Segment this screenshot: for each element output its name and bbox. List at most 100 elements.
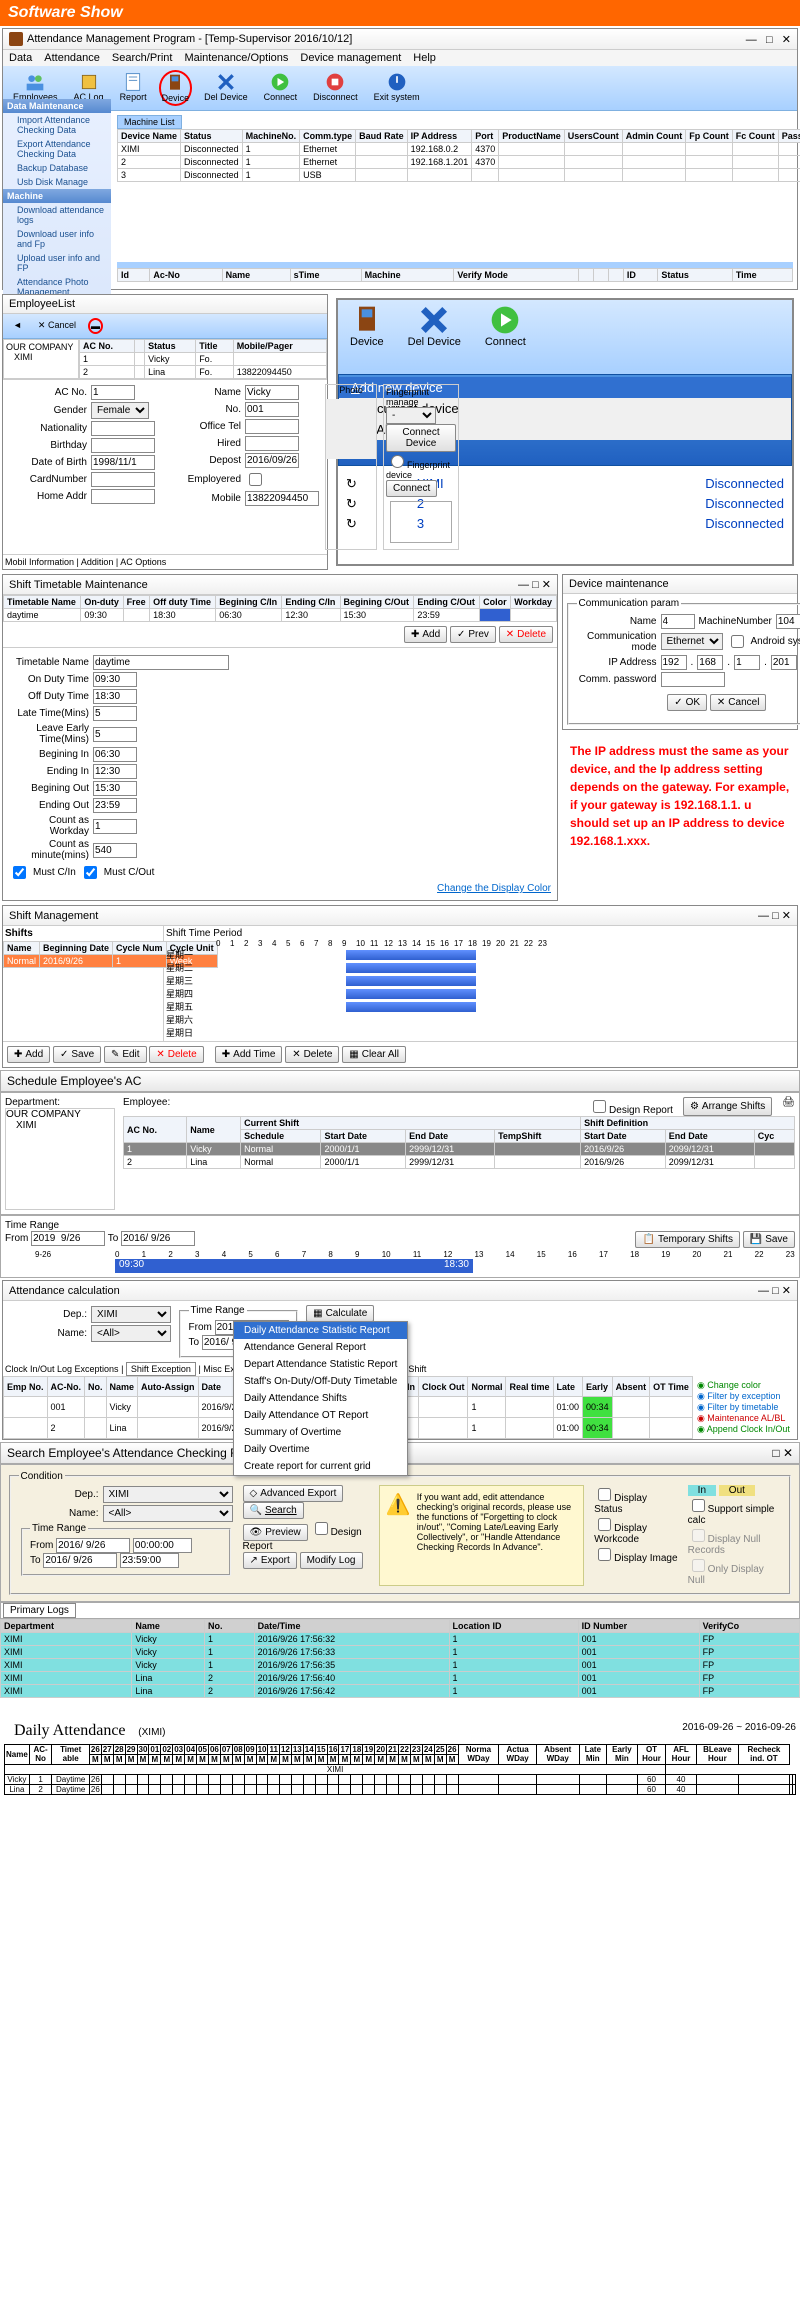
chk-dw[interactable] [598, 1518, 611, 1531]
s-dep[interactable]: XIMI [103, 1486, 233, 1503]
inp-leave[interactable] [93, 727, 137, 742]
side-dl-user[interactable]: Download user info and Fp [3, 227, 111, 251]
tb-exit[interactable]: Exit system [370, 70, 424, 106]
chk-emp[interactable] [249, 473, 262, 486]
btn-connect-device[interactable]: Connect Device [386, 424, 456, 452]
btn-arrange[interactable]: ⚙ Arrange Shifts [683, 1097, 772, 1116]
menu-data[interactable]: Data [9, 52, 32, 64]
inp-eo[interactable] [93, 798, 137, 813]
sm-clear[interactable]: ▦ Clear All [342, 1046, 406, 1063]
calc-name[interactable]: <All> [91, 1325, 171, 1342]
btn-save[interactable]: 💾 Save [743, 1231, 795, 1248]
zoom-deldevice[interactable]: Del Device [396, 300, 473, 374]
tb-connect[interactable]: Connect [260, 70, 302, 106]
ri-dailyot[interactable]: Daily Overtime [234, 1441, 407, 1458]
inp-late[interactable] [93, 706, 137, 721]
inp-bo[interactable] [93, 781, 137, 796]
dm-ip2[interactable] [697, 655, 723, 670]
side-append[interactable]: ◉ Append Clock In/Out [697, 1424, 793, 1435]
inp-bday[interactable] [91, 438, 155, 453]
inp-home[interactable] [91, 489, 155, 504]
tab-se[interactable]: Shift Exception [126, 1362, 196, 1376]
tb-report[interactable]: Report [116, 70, 151, 106]
ri-daily[interactable]: Daily Attendance Statistic Report [234, 1322, 407, 1339]
s-to[interactable] [43, 1553, 117, 1568]
photo-box[interactable] [326, 399, 376, 459]
side-dl-logs[interactable]: Download attendance logs [3, 203, 111, 227]
device-grid[interactable]: Device NameStatusMachineNo.Comm.typeBaud… [117, 129, 800, 182]
emp-tb1[interactable]: ◄ [9, 318, 26, 334]
chk-mcin[interactable] [13, 866, 26, 879]
tb-deldevice[interactable]: Del Device [200, 70, 252, 106]
menu-device[interactable]: Device management [300, 52, 401, 64]
dm-cancel[interactable]: ✕ Cancel [710, 694, 767, 711]
ri-shifts[interactable]: Daily Attendance Shifts [234, 1390, 407, 1407]
side-filter1[interactable]: ◉ Filter by exception [697, 1391, 793, 1402]
dm-mode[interactable]: Ethernet [661, 633, 723, 650]
dm-ip4[interactable] [771, 655, 797, 670]
fp-sel[interactable]: - [386, 407, 436, 424]
sm-save[interactable]: ✓ Save [53, 1046, 101, 1063]
dm-ip1[interactable] [661, 655, 687, 670]
dm-ip3[interactable] [734, 655, 760, 670]
chk-design2[interactable] [315, 1522, 328, 1535]
ri-create[interactable]: Create report for current grid [234, 1458, 407, 1475]
btn-del[interactable]: ✕ Delete [499, 626, 553, 643]
inp-bi[interactable] [93, 747, 137, 762]
inp-depot[interactable] [245, 453, 299, 468]
ri-sumot[interactable]: Summary of Overtime [234, 1424, 407, 1441]
tab-mi[interactable]: Mobil Information [5, 557, 74, 567]
chk-di[interactable] [598, 1548, 611, 1561]
tree-dept[interactable]: XIMI [6, 352, 76, 362]
sched-grid[interactable]: AC No.NameCurrent ShiftShift Definition … [123, 1116, 795, 1169]
s-tot[interactable] [120, 1553, 179, 1568]
tb-disconnect[interactable]: Disconnect [309, 70, 362, 106]
btn-export[interactable]: ↗ Export [243, 1552, 297, 1569]
tree-company[interactable]: OUR COMPANY [6, 342, 76, 352]
tab-pl[interactable]: Primary Logs [3, 1603, 76, 1618]
emp-tb2[interactable]: ✕ Cancel [34, 318, 80, 334]
side-backup[interactable]: Backup Database [3, 161, 111, 175]
s-fromt[interactable] [133, 1538, 192, 1553]
ri-staff[interactable]: Staff's On-Duty/Off-Duty Timetable [234, 1373, 407, 1390]
chk-design[interactable] [593, 1100, 606, 1113]
dm-name[interactable] [661, 614, 695, 629]
btn-search[interactable]: 🔍 Search [243, 1502, 304, 1519]
btn-ae[interactable]: ◇ Advanced Export [243, 1485, 344, 1502]
dm-pwd[interactable] [661, 672, 725, 687]
tab-add[interactable]: Addition [81, 557, 114, 567]
btn-prev[interactable]: ✓ Prev [450, 626, 496, 643]
side-usb[interactable]: Usb Disk Manage [3, 175, 111, 189]
btn-connect[interactable]: Connect [386, 480, 437, 497]
sm-del[interactable]: ✕ Delete [149, 1046, 203, 1063]
zoom-device[interactable]: Device [338, 300, 396, 374]
btn-add[interactable]: ✚ Add [404, 626, 447, 643]
close-icon[interactable]: — □ ✕ [758, 909, 791, 922]
tab-ci[interactable]: Clock In/Out Log Exceptions [5, 1364, 119, 1374]
dm-mnum[interactable] [776, 614, 800, 629]
inp-dob[interactable] [91, 455, 155, 470]
close-icon[interactable]: — □ ✕ [758, 1284, 791, 1297]
inp-acno[interactable] [91, 385, 135, 400]
tree-co[interactable]: OUR COMPANY [6, 1109, 114, 1120]
side-maint[interactable]: ◉ Maintenance AL/BL [697, 1413, 793, 1424]
sm-edit[interactable]: ✎ Edit [104, 1046, 147, 1063]
sm-add[interactable]: ✚ Add [7, 1046, 50, 1063]
inp-title[interactable] [245, 419, 299, 434]
btn-tempshifts[interactable]: 📋 Temporary Shifts [635, 1231, 739, 1248]
zoom-connect[interactable]: Connect [473, 300, 538, 374]
sm-addtime[interactable]: ✚ Add Time [215, 1046, 283, 1063]
ri-gen[interactable]: Attendance General Report [234, 1339, 407, 1356]
chk-ssc[interactable] [692, 1499, 705, 1512]
ri-ot[interactable]: Daily Attendance OT Report [234, 1407, 407, 1424]
search-grid[interactable]: DepartmentNameNo.Date/TimeLocation IDID … [0, 1619, 800, 1698]
stt-grid[interactable]: Timetable NameOn-dutyFreeOff duty TimeBe… [3, 595, 557, 622]
window-controls[interactable]: — □ ✕ [746, 33, 791, 46]
menu-search[interactable]: Search/Print [112, 52, 173, 64]
btn-calc[interactable]: ▦ Calculate [306, 1305, 374, 1322]
emp-tb3[interactable]: ▬ [88, 318, 103, 334]
chk-android[interactable] [731, 635, 744, 648]
inp-cm[interactable] [93, 843, 137, 858]
sm-deltime[interactable]: ✕ Delete [285, 1046, 339, 1063]
side-export[interactable]: Export Attendance Checking Data [3, 137, 111, 161]
